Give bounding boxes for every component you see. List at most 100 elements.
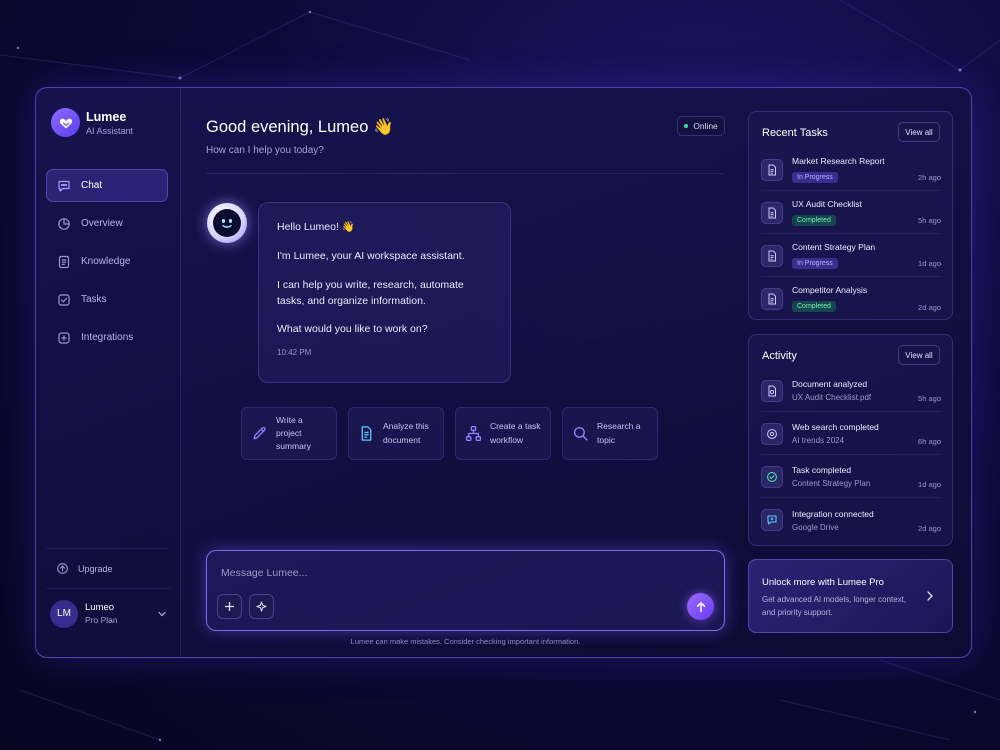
suggestion-analyze-document[interactable]: Analyze this document xyxy=(348,407,444,460)
activity-title: Integration connected xyxy=(792,508,874,519)
task-time: 5h ago xyxy=(918,216,941,225)
integrations-icon xyxy=(57,331,71,345)
status-badge: Completed xyxy=(792,301,836,312)
suggestion-text: Write a project xyxy=(276,414,303,438)
chat-main: Good evening, Lumeo 👋 How can I help you… xyxy=(206,88,726,657)
sidebar-item-tasks[interactable]: Tasks xyxy=(46,283,168,316)
status-label: Online xyxy=(693,121,718,131)
chat-icon xyxy=(57,179,71,193)
task-time: 2h ago xyxy=(918,173,941,182)
disclaimer-text: Lumee can make mistakes. Consider checki… xyxy=(350,637,581,646)
document-icon xyxy=(761,244,783,267)
activity-panel: Activity View all Document analyzed UX Au… xyxy=(748,334,953,546)
pro-upgrade-card[interactable]: Unlock more with Lumee Pro Get advanced … xyxy=(748,559,953,633)
activity-detail: Content Strategy Plan xyxy=(792,479,871,488)
pencil-icon xyxy=(251,425,268,442)
activity-row[interactable]: Document analyzed UX Audit Checklist.pdf … xyxy=(761,370,941,412)
page-subtitle: How can I help you today? xyxy=(206,145,324,156)
activity-title: Task completed xyxy=(792,465,852,475)
suggestion-text: Analyze this xyxy=(383,421,429,432)
view-all-activity-button[interactable]: View all xyxy=(898,345,940,365)
message-line: What would you like to work on? xyxy=(277,323,428,336)
suggestion-text: summary xyxy=(276,441,311,452)
chevron-right-icon xyxy=(925,590,935,602)
plus-icon xyxy=(225,602,234,611)
attach-button[interactable] xyxy=(217,594,242,619)
message-composer xyxy=(206,550,725,631)
suggestion-text: topic xyxy=(597,434,615,445)
upgrade-label: Upgrade xyxy=(78,563,113,574)
activity-detail: AI trends 2024 xyxy=(792,436,845,445)
brand[interactable]: Lumee AI Assistant xyxy=(51,108,133,137)
app-window: Lumee AI Assistant Chat Overview Knowled… xyxy=(35,87,972,658)
file-icon xyxy=(761,379,783,402)
magic-button[interactable] xyxy=(249,594,274,619)
check-circle-icon xyxy=(761,465,783,488)
task-time: 1d ago xyxy=(918,259,941,268)
brand-name: Lumee xyxy=(86,109,127,124)
globe-icon xyxy=(761,422,783,445)
panel-title: Recent Tasks xyxy=(762,127,828,139)
overview-icon xyxy=(57,217,71,231)
task-time: 2d ago xyxy=(918,303,941,312)
suggestion-write-summary[interactable]: Write a project summary xyxy=(241,407,337,460)
assistant-message: Hello Lumeo! 👋 I'm Lumee, your AI worksp… xyxy=(258,202,511,383)
view-all-tasks-button[interactable]: View all xyxy=(898,122,940,142)
send-button[interactable] xyxy=(687,593,714,620)
activity-title: Web search completed xyxy=(792,422,879,432)
status-badge: Completed xyxy=(792,214,836,226)
upgrade-button[interactable]: Upgrade xyxy=(46,548,168,588)
sparkle-icon xyxy=(256,601,267,612)
user-menu[interactable]: LM Lumeo Pro Plan xyxy=(46,588,171,638)
message-line: Hello Lumeo! 👋 xyxy=(277,221,355,233)
sidebar-item-knowledge[interactable]: Knowledge xyxy=(46,245,168,278)
sidebar-nav: Chat Overview Knowledge Tasks Integratio… xyxy=(46,169,168,359)
document-icon xyxy=(761,288,783,310)
upgrade-icon xyxy=(56,562,69,575)
sidebar-item-overview[interactable]: Overview xyxy=(46,207,168,240)
avatar: LM xyxy=(50,599,78,628)
divider xyxy=(206,173,724,174)
activity-time: 6h ago xyxy=(918,437,941,446)
sidebar-item-label: Knowledge xyxy=(81,256,131,267)
sidebar-item-label: Overview xyxy=(81,218,123,229)
task-row[interactable]: Market Research Report In Progress 2h ago xyxy=(761,149,941,191)
task-title: UX Audit Checklist xyxy=(792,198,862,209)
recent-tasks-panel: Recent Tasks View all Market Research Re… xyxy=(748,111,953,320)
chevron-down-icon[interactable] xyxy=(157,609,167,619)
promo-title: Unlock more with Lumee Pro xyxy=(762,577,884,588)
page-title: Good evening, Lumeo 👋 xyxy=(206,118,394,136)
activity-title: Document analyzed xyxy=(792,379,868,389)
user-plan: Pro Plan xyxy=(85,615,118,625)
status-badge: In Progress xyxy=(792,171,838,183)
integration-chat-icon xyxy=(761,509,783,531)
activity-row[interactable]: Task completed Content Strategy Plan 1d a… xyxy=(761,456,941,498)
suggestion-research-topic[interactable]: Research a topic xyxy=(562,407,658,460)
sidebar-item-label: Integrations xyxy=(81,332,134,343)
panel-title: Activity xyxy=(762,350,797,362)
activity-row[interactable]: Web search completed AI trends 2024 6h ag… xyxy=(761,413,941,455)
checkbox-icon xyxy=(57,293,71,307)
brand-subtitle: AI Assistant xyxy=(86,125,134,136)
task-row[interactable]: UX Audit Checklist Completed 5h ago xyxy=(761,192,941,234)
suggestion-text: workflow xyxy=(490,434,524,445)
user-name: Lumeo xyxy=(85,602,115,613)
sidebar-item-integrations[interactable]: Integrations xyxy=(46,321,168,354)
task-row[interactable]: Competitor Analysis Completed 2d ago xyxy=(761,278,941,320)
suggestion-task-workflow[interactable]: Create a task workflow xyxy=(455,407,551,460)
message-input[interactable] xyxy=(221,565,681,581)
task-row[interactable]: Content Strategy Plan In Progress 1d ago xyxy=(761,235,941,277)
document-icon xyxy=(761,201,783,224)
activity-row[interactable]: Integration connected Google Drive 2d ago xyxy=(761,499,941,541)
suggestion-text: Create a task xyxy=(490,421,541,432)
message-timestamp: 10:42 PM xyxy=(277,348,312,358)
sidebar-item-chat[interactable]: Chat xyxy=(46,169,168,202)
activity-detail: UX Audit Checklist.pdf xyxy=(792,393,872,402)
activity-time: 2d ago xyxy=(918,524,941,533)
activity-detail: Google Drive xyxy=(792,522,839,532)
smiley-face-icon xyxy=(213,209,241,237)
suggestion-text: Research a xyxy=(597,421,641,432)
document-icon xyxy=(57,255,71,269)
sidebar-item-label: Chat xyxy=(81,180,103,191)
arrow-up-icon xyxy=(696,601,705,612)
